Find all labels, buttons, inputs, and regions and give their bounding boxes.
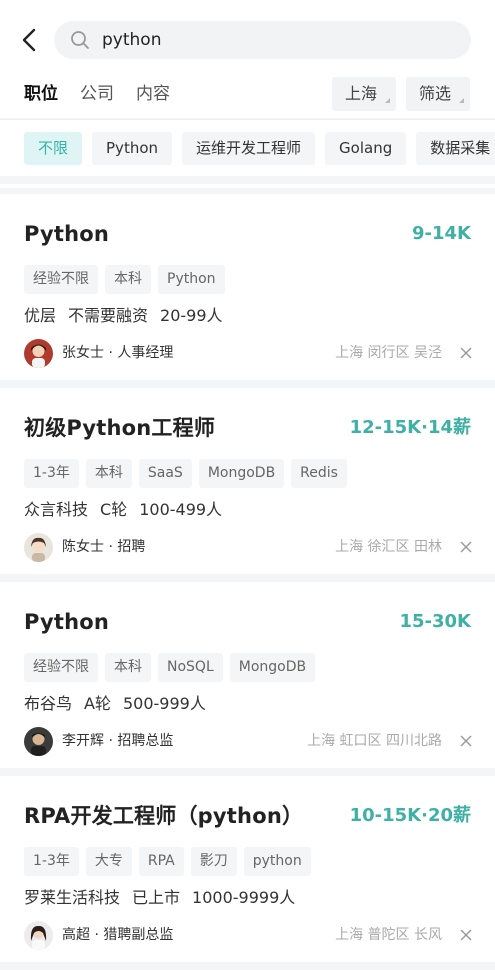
job-card[interactable]: Python 15-30K 经验不限 本科 NoSQL MongoDB 布谷鸟 … bbox=[0, 582, 495, 768]
top-header: python 职位 公司 内容 上海 筛选 bbox=[0, 0, 495, 118]
job-card[interactable]: 初级Python工程师 12-15K·14薪 1-3年 本科 SaaS Mong… bbox=[0, 388, 495, 574]
recruiter-name: 张女士 · 人事经理 bbox=[62, 345, 174, 361]
company-funding: 已上市 bbox=[132, 888, 181, 907]
recruiter-name: 陈女士 · 招聘 bbox=[62, 539, 146, 555]
job-tag: python bbox=[243, 847, 311, 876]
job-tag: Python bbox=[158, 265, 225, 294]
job-card[interactable]: RPA开发工程师（python） 10-15K·20薪 1-3年 大专 RPA … bbox=[0, 776, 495, 962]
job-location: 上海 闵行区 吴泾 bbox=[335, 345, 442, 361]
job-tag: SaaS bbox=[138, 459, 192, 488]
keyword-filter-bar: 不限 Python 运维开发工程师 Golang 数据采集 bbox=[0, 119, 495, 176]
job-title: 初级Python工程师 bbox=[24, 416, 216, 440]
close-icon[interactable] bbox=[460, 929, 472, 941]
job-location: 上海 虹口区 四川北路 bbox=[307, 733, 442, 749]
company-size: 20-99人 bbox=[160, 306, 223, 325]
job-salary: 15-30K bbox=[399, 611, 471, 632]
company-info: 优层 不需要融资 20-99人 bbox=[24, 305, 223, 327]
job-tag: MongoDB bbox=[229, 653, 316, 682]
job-location: 上海 普陀区 长风 bbox=[335, 927, 442, 943]
company-size: 1000-9999人 bbox=[192, 888, 296, 907]
job-tags: 1-3年 本科 SaaS MongoDB Redis bbox=[24, 459, 347, 488]
job-tag: 本科 bbox=[85, 459, 132, 488]
category-tabs: 职位 公司 内容 bbox=[24, 82, 170, 106]
job-salary: 12-15K·14薪 bbox=[349, 417, 471, 438]
job-tag: 大专 bbox=[85, 847, 132, 876]
chip-all[interactable]: 不限 bbox=[24, 132, 83, 165]
company-funding: C轮 bbox=[100, 500, 128, 519]
job-title: Python bbox=[24, 222, 110, 246]
job-tag: Redis bbox=[291, 459, 347, 488]
company-funding: 不需要融资 bbox=[68, 306, 149, 325]
chip-python[interactable]: Python bbox=[92, 132, 173, 165]
job-tag: 影刀 bbox=[190, 847, 237, 876]
job-tag: MongoDB bbox=[198, 459, 285, 488]
dropdown-corner-icon bbox=[459, 98, 464, 103]
company-name: 优层 bbox=[24, 306, 57, 325]
job-tags: 经验不限 本科 Python bbox=[24, 265, 225, 294]
search-icon bbox=[71, 31, 89, 49]
divider bbox=[0, 184, 495, 188]
job-tag: 1-3年 bbox=[24, 847, 79, 876]
job-salary: 10-15K·20薪 bbox=[349, 805, 471, 826]
job-title: RPA开发工程师（python） bbox=[24, 804, 304, 828]
filter-dropdown-label: 筛选 bbox=[419, 84, 452, 103]
recruiter-avatar bbox=[24, 921, 53, 950]
back-arrow-icon[interactable] bbox=[18, 26, 42, 54]
company-size: 100-499人 bbox=[139, 500, 223, 519]
job-tag: 本科 bbox=[105, 265, 151, 294]
company-name: 布谷鸟 bbox=[24, 694, 73, 713]
recruiter-avatar bbox=[24, 727, 53, 756]
job-title: Python bbox=[24, 610, 110, 634]
job-tag: 经验不限 bbox=[24, 265, 98, 294]
tab-jobs[interactable]: 职位 bbox=[24, 82, 58, 106]
filter-dropdown[interactable]: 筛选 bbox=[406, 77, 470, 111]
dropdown-corner-icon bbox=[385, 98, 390, 103]
company-info: 众言科技 C轮 100-499人 bbox=[24, 499, 222, 521]
chip-devops[interactable]: 运维开发工程师 bbox=[182, 132, 316, 165]
job-tags: 经验不限 本科 NoSQL MongoDB bbox=[24, 653, 316, 682]
search-bar[interactable]: python bbox=[54, 21, 471, 59]
chip-data-collection[interactable]: 数据采集 bbox=[416, 132, 495, 165]
chip-golang[interactable]: Golang bbox=[325, 132, 407, 165]
search-query[interactable]: python bbox=[102, 29, 161, 51]
company-name: 众言科技 bbox=[24, 500, 89, 519]
company-name: 罗莱生活科技 bbox=[24, 888, 121, 907]
recruiter-avatar bbox=[24, 339, 53, 368]
job-salary: 9-14K bbox=[412, 223, 471, 244]
close-icon[interactable] bbox=[460, 735, 472, 747]
tab-content[interactable]: 内容 bbox=[136, 82, 170, 106]
city-dropdown[interactable]: 上海 bbox=[332, 77, 396, 111]
company-funding: A轮 bbox=[84, 694, 111, 713]
job-tag: 本科 bbox=[105, 653, 151, 682]
recruiter-name: 李开辉 · 招聘总监 bbox=[62, 733, 174, 749]
recruiter-avatar bbox=[24, 533, 53, 562]
recruiter-name: 高超 · 猎聘副总监 bbox=[62, 927, 174, 943]
close-icon[interactable] bbox=[460, 541, 472, 553]
job-tag: RPA bbox=[138, 847, 184, 876]
job-tag: 1-3年 bbox=[24, 459, 79, 488]
company-size: 500-999人 bbox=[122, 694, 206, 713]
job-tags: 1-3年 大专 RPA 影刀 python bbox=[24, 847, 311, 876]
company-info: 罗莱生活科技 已上市 1000-9999人 bbox=[24, 887, 295, 909]
city-dropdown-label: 上海 bbox=[345, 84, 378, 103]
company-info: 布谷鸟 A轮 500-999人 bbox=[24, 693, 206, 715]
tab-companies[interactable]: 公司 bbox=[80, 82, 114, 106]
job-tag: 经验不限 bbox=[24, 653, 98, 682]
job-location: 上海 徐汇区 田林 bbox=[335, 539, 442, 555]
job-tag: NoSQL bbox=[158, 653, 223, 682]
close-icon[interactable] bbox=[460, 347, 472, 359]
job-card[interactable]: Python 9-14K 经验不限 本科 Python 优层 不需要融资 20-… bbox=[0, 194, 495, 380]
